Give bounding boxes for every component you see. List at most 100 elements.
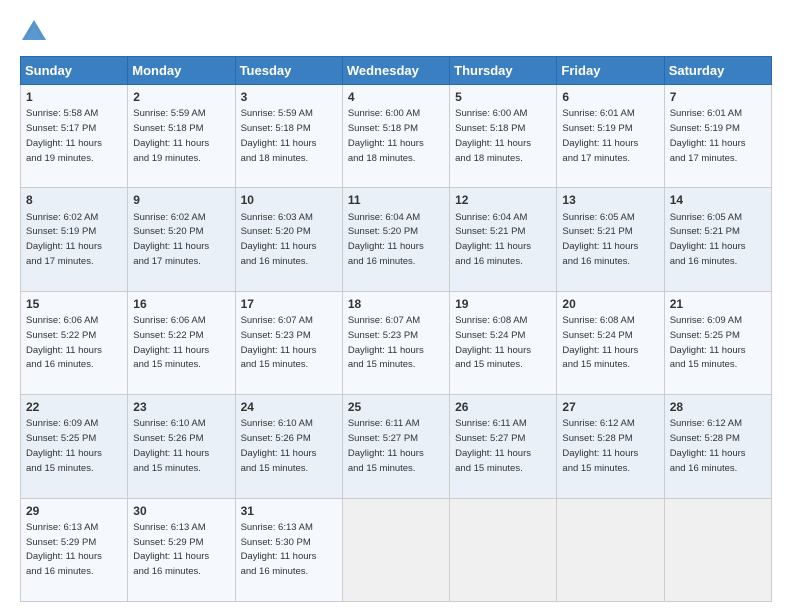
day-cell: 12 Sunrise: 6:04 AM Sunset: 5:21 PM Dayli… [450,188,557,291]
day-cell: 4 Sunrise: 6:00 AM Sunset: 5:18 PM Daylig… [342,85,449,188]
calendar: SundayMondayTuesdayWednesdayThursdayFrid… [20,56,772,602]
day-number: 1 [26,89,122,105]
day-cell: 28Sunrise: 6:12 AM Sunset: 5:28 PM Dayli… [664,395,771,498]
day-cell: 26 Sunrise: 6:11 AM Sunset: 5:27 PM Dayli… [450,395,557,498]
day-number: 31 [241,503,337,519]
day-info: Sunrise: 6:12 AM Sunset: 5:28 PM Dayligh… [562,418,638,473]
day-cell: 11Sunrise: 6:04 AM Sunset: 5:20 PM Dayli… [342,188,449,291]
header-cell-thursday: Thursday [450,57,557,85]
header-cell-monday: Monday [128,57,235,85]
day-info: Sunrise: 6:04 AM Sunset: 5:21 PM Dayligh… [455,212,531,267]
day-number: 24 [241,399,337,415]
day-info: Sunrise: 6:03 AM Sunset: 5:20 PM Dayligh… [241,212,317,267]
day-cell: 21 Sunrise: 6:09 AM Sunset: 5:25 PM Dayli… [664,291,771,394]
header-cell-saturday: Saturday [664,57,771,85]
day-info: Sunrise: 5:59 AM Sunset: 5:18 PM Dayligh… [133,108,209,163]
day-info: Sunrise: 5:59 AM Sunset: 5:18 PM Dayligh… [241,108,317,163]
day-info: Sunrise: 6:10 AM Sunset: 5:26 PM Dayligh… [133,418,209,473]
day-cell: 22 Sunrise: 6:09 AM Sunset: 5:25 PM Dayli… [21,395,128,498]
day-cell [664,498,771,601]
calendar-header: SundayMondayTuesdayWednesdayThursdayFrid… [21,57,772,85]
week-row: 22 Sunrise: 6:09 AM Sunset: 5:25 PM Dayli… [21,395,772,498]
day-cell: 17Sunrise: 6:07 AM Sunset: 5:23 PM Dayli… [235,291,342,394]
day-number: 14 [670,192,766,208]
day-cell: 31 Sunrise: 6:13 AM Sunset: 5:30 PM Dayli… [235,498,342,601]
day-cell: 7 Sunrise: 6:01 AM Sunset: 5:19 PM Daylig… [664,85,771,188]
day-info: Sunrise: 6:09 AM Sunset: 5:25 PM Dayligh… [26,418,102,473]
day-info: Sunrise: 6:08 AM Sunset: 5:24 PM Dayligh… [455,315,531,370]
day-number: 20 [562,296,658,312]
day-info: Sunrise: 6:11 AM Sunset: 5:27 PM Dayligh… [455,418,531,473]
day-cell [450,498,557,601]
day-number: 2 [133,89,229,105]
day-cell [342,498,449,601]
day-cell: 16Sunrise: 6:06 AM Sunset: 5:22 PM Dayli… [128,291,235,394]
day-cell: 25 Sunrise: 6:11 AM Sunset: 5:27 PM Dayli… [342,395,449,498]
day-number: 13 [562,192,658,208]
day-info: Sunrise: 6:01 AM Sunset: 5:19 PM Dayligh… [670,108,746,163]
day-cell: 14 Sunrise: 6:05 AM Sunset: 5:21 PM Dayli… [664,188,771,291]
day-cell: 13Sunrise: 6:05 AM Sunset: 5:21 PM Dayli… [557,188,664,291]
day-number: 27 [562,399,658,415]
day-cell: 10 Sunrise: 6:03 AM Sunset: 5:20 PM Dayli… [235,188,342,291]
day-info: Sunrise: 6:13 AM Sunset: 5:30 PM Dayligh… [241,522,317,577]
week-row: 1 Sunrise: 5:58 AM Sunset: 5:17 PM Daylig… [21,85,772,188]
day-info: Sunrise: 6:00 AM Sunset: 5:18 PM Dayligh… [348,108,424,163]
week-row: 29 Sunrise: 6:13 AM Sunset: 5:29 PM Dayli… [21,498,772,601]
day-number: 19 [455,296,551,312]
day-cell: 23 Sunrise: 6:10 AM Sunset: 5:26 PM Dayli… [128,395,235,498]
day-number: 25 [348,399,444,415]
week-row: 8Sunrise: 6:02 AM Sunset: 5:19 PM Daylig… [21,188,772,291]
calendar-body: 1 Sunrise: 5:58 AM Sunset: 5:17 PM Daylig… [21,85,772,602]
day-info: Sunrise: 6:08 AM Sunset: 5:24 PM Dayligh… [562,315,638,370]
day-cell: 27 Sunrise: 6:12 AM Sunset: 5:28 PM Dayli… [557,395,664,498]
day-cell: 2 Sunrise: 5:59 AM Sunset: 5:18 PM Daylig… [128,85,235,188]
day-info: Sunrise: 6:11 AM Sunset: 5:27 PM Dayligh… [348,418,424,473]
day-number: 12 [455,192,551,208]
day-cell: 6Sunrise: 6:01 AM Sunset: 5:19 PM Daylig… [557,85,664,188]
day-info: Sunrise: 6:13 AM Sunset: 5:29 PM Dayligh… [133,522,209,577]
day-number: 23 [133,399,229,415]
day-cell: 3Sunrise: 5:59 AM Sunset: 5:18 PM Daylig… [235,85,342,188]
day-info: Sunrise: 6:04 AM Sunset: 5:20 PM Dayligh… [348,212,424,267]
day-info: Sunrise: 6:05 AM Sunset: 5:21 PM Dayligh… [670,212,746,267]
day-cell: 15Sunrise: 6:06 AM Sunset: 5:22 PM Dayli… [21,291,128,394]
logo-icon [20,18,48,46]
day-info: Sunrise: 6:07 AM Sunset: 5:23 PM Dayligh… [348,315,424,370]
day-info: Sunrise: 6:13 AM Sunset: 5:29 PM Dayligh… [26,522,102,577]
header [20,16,772,46]
day-number: 16 [133,296,229,312]
day-cell: 18 Sunrise: 6:07 AM Sunset: 5:23 PM Dayli… [342,291,449,394]
header-row: SundayMondayTuesdayWednesdayThursdayFrid… [21,57,772,85]
day-number: 26 [455,399,551,415]
header-cell-tuesday: Tuesday [235,57,342,85]
day-info: Sunrise: 6:12 AM Sunset: 5:28 PM Dayligh… [670,418,746,473]
day-cell: 8Sunrise: 6:02 AM Sunset: 5:19 PM Daylig… [21,188,128,291]
day-number: 6 [562,89,658,105]
day-number: 10 [241,192,337,208]
day-number: 21 [670,296,766,312]
day-cell: 19 Sunrise: 6:08 AM Sunset: 5:24 PM Dayli… [450,291,557,394]
day-info: Sunrise: 6:09 AM Sunset: 5:25 PM Dayligh… [670,315,746,370]
day-number: 18 [348,296,444,312]
day-number: 4 [348,89,444,105]
day-cell: 30Sunrise: 6:13 AM Sunset: 5:29 PM Dayli… [128,498,235,601]
day-info: Sunrise: 6:07 AM Sunset: 5:23 PM Dayligh… [241,315,317,370]
day-number: 7 [670,89,766,105]
day-info: Sunrise: 5:58 AM Sunset: 5:17 PM Dayligh… [26,108,102,163]
day-info: Sunrise: 6:10 AM Sunset: 5:26 PM Dayligh… [241,418,317,473]
day-cell: 29 Sunrise: 6:13 AM Sunset: 5:29 PM Dayli… [21,498,128,601]
day-number: 22 [26,399,122,415]
day-number: 29 [26,503,122,519]
day-cell: 24 Sunrise: 6:10 AM Sunset: 5:26 PM Dayli… [235,395,342,498]
day-number: 8 [26,192,122,208]
day-cell [557,498,664,601]
day-info: Sunrise: 6:06 AM Sunset: 5:22 PM Dayligh… [26,315,102,370]
logo [20,16,54,46]
day-info: Sunrise: 6:02 AM Sunset: 5:20 PM Dayligh… [133,212,209,267]
week-row: 15Sunrise: 6:06 AM Sunset: 5:22 PM Dayli… [21,291,772,394]
day-info: Sunrise: 6:00 AM Sunset: 5:18 PM Dayligh… [455,108,531,163]
day-cell: 1 Sunrise: 5:58 AM Sunset: 5:17 PM Daylig… [21,85,128,188]
page: SundayMondayTuesdayWednesdayThursdayFrid… [0,0,792,612]
header-cell-sunday: Sunday [21,57,128,85]
